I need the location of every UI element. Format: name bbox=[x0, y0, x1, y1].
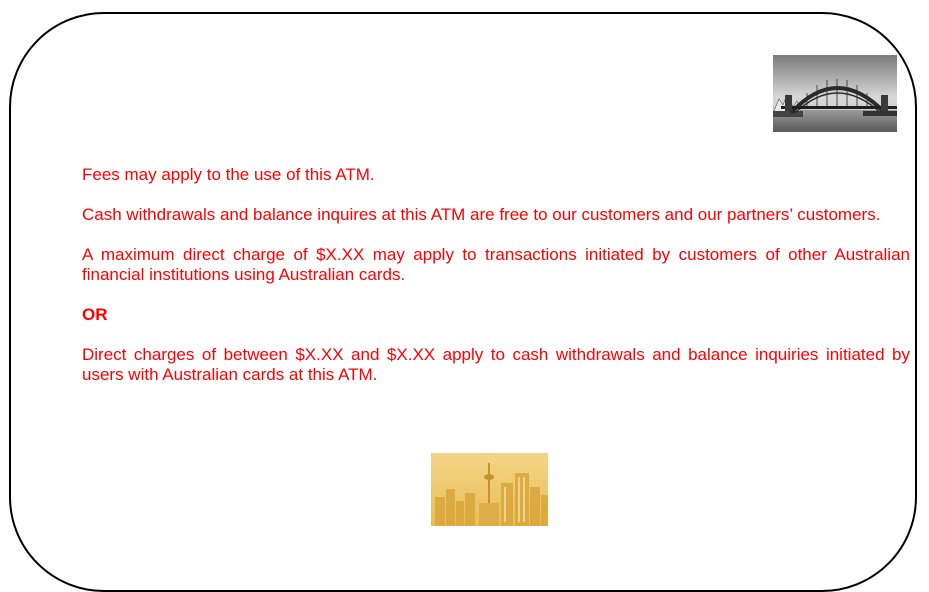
notice-text-block: Fees may apply to the use of this ATM. C… bbox=[82, 165, 910, 385]
fees-may-apply-text: Fees may apply to the use of this ATM. bbox=[82, 165, 375, 184]
direct-charge-range-text: Direct charges of between $X.XX and $X.X… bbox=[82, 345, 910, 384]
harbour-bridge-photo bbox=[773, 55, 897, 132]
free-withdrawals-text: Cash withdrawals and balance inquires at… bbox=[82, 205, 881, 224]
city-skyline-photo bbox=[431, 453, 548, 526]
or-label: OR bbox=[82, 305, 108, 324]
max-direct-charge-text: A maximum direct charge of $X.XX may app… bbox=[82, 245, 910, 284]
